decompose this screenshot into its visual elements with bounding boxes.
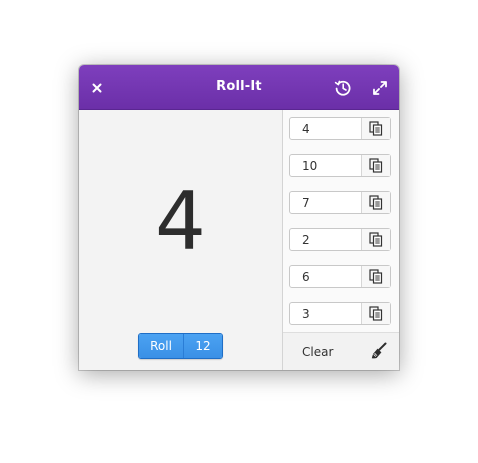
history-value: 6 [302, 270, 310, 284]
copy-icon [369, 269, 383, 284]
history-entry: 10 [289, 154, 391, 177]
copy-button[interactable] [361, 266, 390, 287]
history-pane: 4 10 7 2 6 3 Clear [283, 110, 399, 370]
history-value: 2 [302, 233, 310, 247]
clear-history-button[interactable]: Clear [302, 345, 333, 359]
copy-icon [369, 232, 383, 247]
history-value: 4 [302, 122, 310, 136]
history-entry: 2 [289, 228, 391, 251]
history-value: 3 [302, 307, 310, 321]
history-entry: 7 [289, 191, 391, 214]
roll-result: 4 [155, 175, 206, 268]
fullscreen-button[interactable] [367, 75, 393, 101]
history-value: 10 [302, 159, 318, 173]
copy-icon [369, 306, 383, 321]
clear-history-bar: Clear [283, 332, 399, 370]
result-pane: 4 Roll 12 [79, 110, 282, 370]
broom-icon[interactable] [369, 341, 389, 361]
roll-button[interactable]: Roll [139, 334, 184, 358]
history-button[interactable] [330, 75, 356, 101]
copy-button[interactable] [361, 192, 390, 213]
titlebar: Roll-It [79, 65, 399, 110]
copy-button[interactable] [361, 155, 390, 176]
history-icon [334, 80, 351, 96]
copy-icon [369, 121, 383, 136]
history-entry: 4 [289, 117, 391, 140]
copy-icon [369, 158, 383, 173]
history-entry: 3 [289, 302, 391, 325]
max-value-spin[interactable]: 12 [184, 334, 222, 358]
copy-icon [369, 195, 383, 210]
history-value: 7 [302, 196, 310, 210]
copy-button[interactable] [361, 118, 390, 139]
copy-button[interactable] [361, 303, 390, 324]
history-entry: 6 [289, 265, 391, 288]
app-window: Roll-It 4 Roll 12 4 10 7 2 6 3 Clear [79, 65, 399, 370]
fullscreen-icon [373, 81, 387, 95]
copy-button[interactable] [361, 229, 390, 250]
roll-control: Roll 12 [138, 333, 223, 359]
